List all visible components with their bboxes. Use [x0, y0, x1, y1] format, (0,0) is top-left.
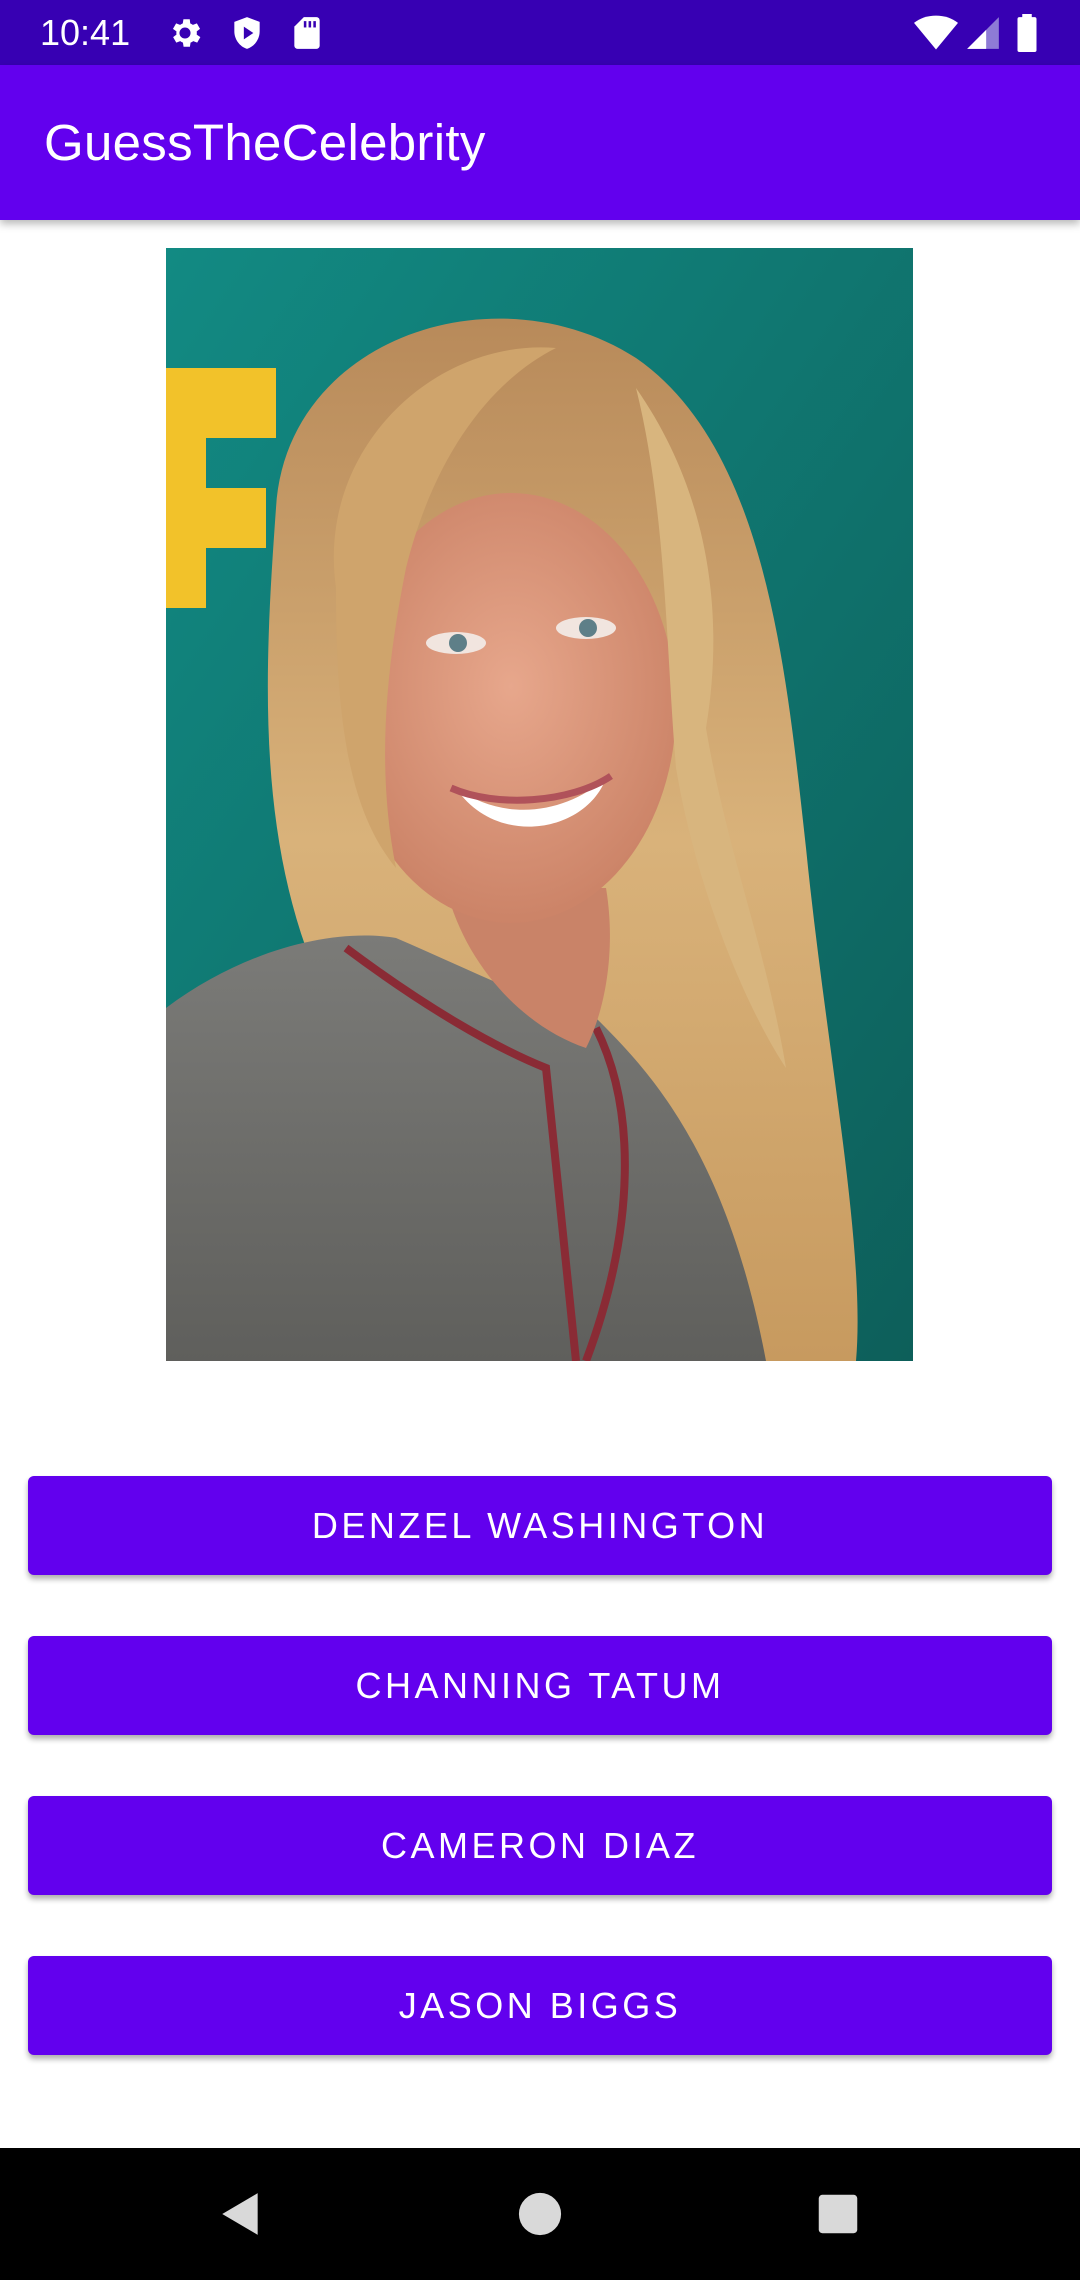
answer-button-3[interactable]: CAMERON DIAZ: [28, 1796, 1052, 1895]
status-bar: 10:41: [0, 0, 1080, 65]
shield-play-icon: [228, 14, 266, 52]
answer-button-2[interactable]: CHANNING TATUM: [28, 1636, 1052, 1735]
battery-icon: [1014, 14, 1040, 53]
answer-button-4[interactable]: JASON BIGGS: [28, 1956, 1052, 2055]
answer-button-1[interactable]: DENZEL WASHINGTON: [28, 1476, 1052, 1575]
app-bar: GuessTheCelebrity: [0, 65, 1080, 220]
screen: 10:41 GuessTheCelebrity DENZEL WASHINGTO…: [0, 0, 1080, 2280]
celebrity-photo: [166, 248, 913, 1361]
status-time: 10:41: [40, 12, 131, 53]
signal-icon: [964, 14, 1002, 52]
wifi-icon: [914, 14, 958, 52]
recents-icon[interactable]: [792, 2168, 884, 2260]
navigation-bar: [0, 2148, 1080, 2280]
app-title: GuessTheCelebrity: [44, 114, 486, 171]
settings-icon: [166, 14, 204, 52]
sd-card-icon: [288, 14, 326, 52]
home-icon[interactable]: [494, 2168, 586, 2260]
back-icon[interactable]: [195, 2168, 287, 2260]
